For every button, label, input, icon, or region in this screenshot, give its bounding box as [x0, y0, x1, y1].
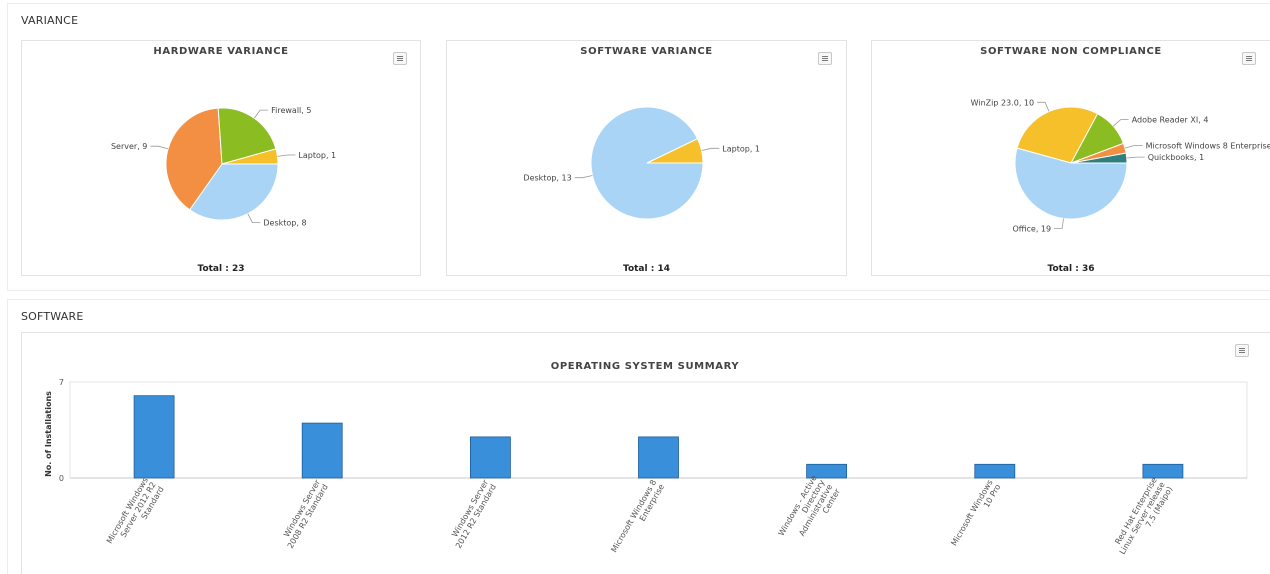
pie-connector	[277, 154, 296, 157]
pie-connector	[1054, 218, 1064, 229]
software-non-compliance-pie: Quickbooks, 1 Microsoft Windows 8 Enterpr…	[971, 98, 1270, 233]
x-tick-label: Microsoft Windows10 Pro	[949, 478, 1002, 552]
pie-label-microsoft-windows-8-enterprise: Microsoft Windows 8 Enterprise	[1146, 141, 1270, 150]
bar-windows-server-2008-r2-standard[interactable]	[301, 422, 343, 479]
pie-connector	[1124, 145, 1143, 149]
bar-microsoft-windows-server-2012-r2-standard[interactable]	[133, 395, 175, 479]
pie-connector	[574, 175, 593, 179]
x-tick-label: Windows Server2008 R2 Standard	[278, 478, 330, 550]
svg-text:Windows Server2012 R2 Standard: Windows Server2012 R2 Standard	[446, 478, 498, 550]
software-section-title: SOFTWARE	[21, 310, 84, 323]
x-tick-label: Windows - ActiveDirectoryAdministrativeC…	[777, 473, 843, 551]
software-variance-title: SOFTWARE VARIANCE	[580, 46, 713, 57]
software-variance-panel: Laptop, 1 Desktop, 13 SOFTWARE VARIANCE T…	[446, 40, 847, 276]
variance-section: VARIANCE Desktop, 8 Server, 9 Firewall, 5 L…	[7, 3, 1270, 291]
y-tick-label: 7	[59, 378, 64, 387]
pie-label-quickbooks-1: Quickbooks, 1	[1148, 153, 1204, 162]
hardware-variance-total: Total : 23	[197, 264, 245, 274]
pie-label-office-19: Office, 19	[1012, 224, 1051, 233]
hardware-variance-panel: Desktop, 8 Server, 9 Firewall, 5 Laptop, 1 …	[21, 40, 421, 276]
pie-label-laptop-1: Laptop, 1	[298, 151, 336, 160]
x-tick-label: Red Hat EnterpriseLinux Server release7.…	[1110, 476, 1174, 561]
svg-text:Microsoft WindowsServer 2012 R: Microsoft WindowsServer 2012 R2Standard	[105, 476, 166, 554]
software-variance-total: Total : 14	[623, 264, 670, 274]
software-section: SOFTWARE 0 7 No. of Installations Microsoft…	[7, 299, 1270, 574]
hardware-variance-pie: Desktop, 8 Server, 9 Firewall, 5 Laptop, 1	[111, 106, 336, 228]
variance-section-title: VARIANCE	[21, 14, 79, 27]
pie-slice-desktop-13[interactable]	[590, 106, 704, 220]
bar-microsoft-windows-10-pro[interactable]	[974, 463, 1016, 479]
bar-windows-server-2012-r2-standard[interactable]	[469, 436, 511, 479]
os-summary-title: OPERATING SYSTEM SUMMARY	[550, 361, 740, 372]
bar-red-hat-enterprise-linux-server-release-7-5-maipo[interactable]	[1142, 463, 1184, 479]
pie-label-winzip-23-0-10: WinZip 23.0, 10	[971, 98, 1034, 107]
chart-menu-icon[interactable]	[393, 52, 407, 65]
pie-label-desktop-13: Desktop, 13	[523, 174, 571, 183]
svg-text:Windows Server2008 R2 Standard: Windows Server2008 R2 Standard	[278, 478, 330, 550]
chart-menu-icon[interactable]	[1235, 344, 1249, 357]
pie-connector	[1037, 101, 1050, 112]
software-non-compliance-total: Total : 36	[1047, 264, 1095, 274]
software-non-compliance-panel: Quickbooks, 1 Microsoft Windows 8 Enterpr…	[871, 40, 1270, 276]
bar-microsoft-windows-8-enterprise[interactable]	[638, 436, 679, 479]
svg-text:Red Hat EnterpriseLinux Server: Red Hat EnterpriseLinux Server release7.…	[1110, 476, 1174, 561]
software-variance-pie: Laptop, 1 Desktop, 13	[523, 106, 760, 220]
pie-label-desktop-8: Desktop, 8	[263, 219, 306, 228]
chart-menu-icon[interactable]	[818, 52, 832, 65]
pie-connector	[1112, 119, 1129, 127]
pie-connector	[247, 213, 261, 224]
y-axis-label: No. of Installations	[44, 391, 53, 477]
pie-connector	[253, 109, 269, 119]
x-tick-label: Microsoft WindowsServer 2012 R2Standard	[105, 476, 166, 554]
svg-text:Microsoft Windows10 Pro: Microsoft Windows10 Pro	[949, 478, 1002, 552]
os-summary-panel: 0 7 No. of Installations Microsoft WindowsS…	[21, 332, 1270, 574]
pie-connector	[150, 145, 169, 150]
software-non-compliance-title: SOFTWARE NON COMPLIANCE	[980, 46, 1162, 57]
chart-menu-icon[interactable]	[1242, 52, 1256, 65]
pie-connector	[701, 147, 720, 151]
x-tick-label: Microsoft Windows 8Enterprise	[609, 478, 666, 558]
y-tick-label: 0	[59, 474, 64, 483]
pie-label-server-9: Server, 9	[111, 142, 147, 151]
pie-label-adobe-reader-xi-4: Adobe Reader XI, 4	[1132, 116, 1209, 125]
pie-label-firewall-5: Firewall, 5	[271, 106, 311, 115]
pie-label-laptop-1: Laptop, 1	[722, 144, 760, 153]
hardware-variance-title: HARDWARE VARIANCE	[153, 46, 289, 57]
svg-text:Windows - ActiveDirectoryAdmin: Windows - ActiveDirectoryAdministrativeC…	[777, 473, 843, 551]
x-tick-label: Windows Server2012 R2 Standard	[446, 478, 498, 550]
svg-text:Microsoft Windows 8Enterprise: Microsoft Windows 8Enterprise	[609, 478, 666, 558]
pie-connector	[1126, 156, 1145, 159]
